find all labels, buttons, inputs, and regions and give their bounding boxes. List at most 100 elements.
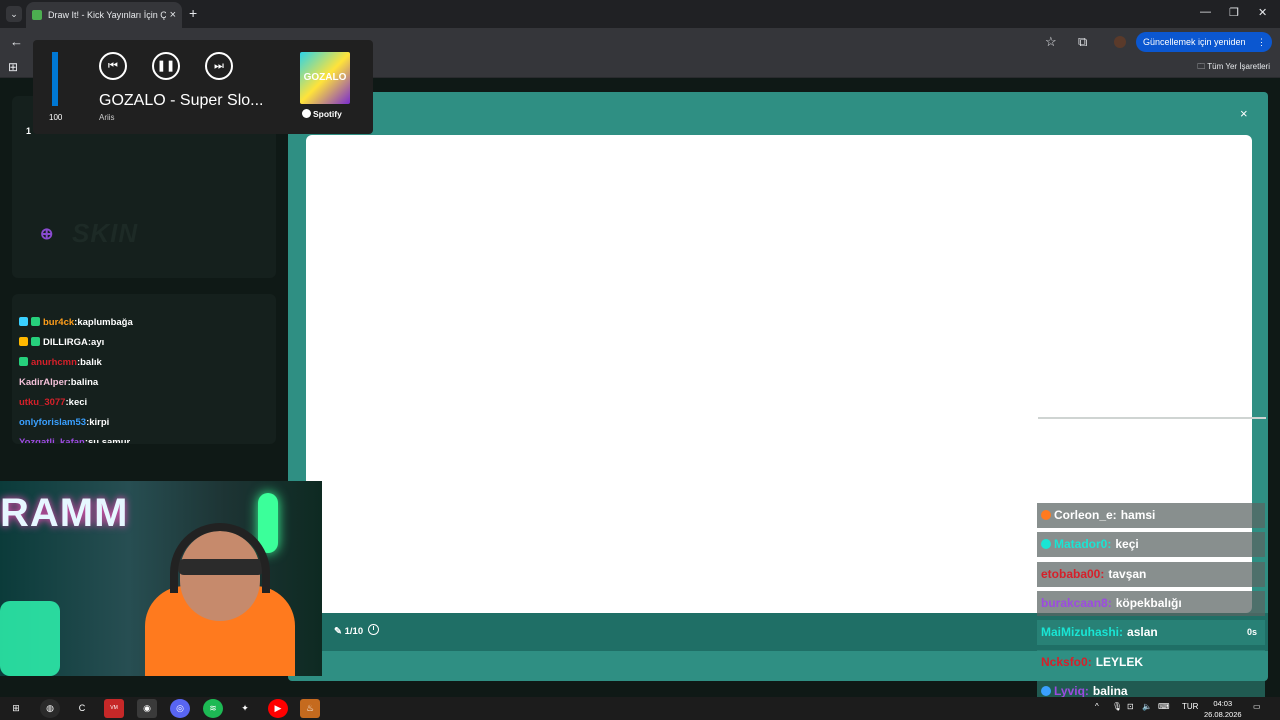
guess-row: anurhcmn:balık [19, 357, 102, 368]
skin-logo: ⊕ SKIN [40, 218, 139, 248]
steam-icon[interactable]: ♨ [300, 699, 320, 718]
user-badge-icon [19, 337, 28, 346]
chat-text: köpekbalığı [1115, 596, 1182, 610]
keyboard-icon[interactable]: ⌨ [1158, 702, 1170, 711]
chat-text: tavşan [1108, 567, 1147, 581]
user-badge-icon [31, 317, 40, 326]
guess-user: anurhcmn [31, 357, 77, 368]
app-icon-1[interactable]: ◍ [40, 699, 60, 718]
chat-user: burakcaan8: [1041, 596, 1112, 610]
guess-user: bur4ck [43, 317, 75, 328]
volume-icon[interactable]: 🔈 [1142, 702, 1152, 711]
new-tab-icon[interactable]: + [189, 5, 197, 21]
all-bookmarks-link[interactable]: 🗀 Tüm Yer İşaretleri [1197, 61, 1270, 75]
tab-strip: ⌄ Draw It! - Kick Yayınları İçin Çizi × … [0, 0, 1280, 28]
extensions-icon[interactable]: ⧉ [1078, 34, 1087, 50]
overlay-timer: 0s [1246, 627, 1257, 637]
discord-icon[interactable]: ◎ [170, 699, 190, 718]
microphone-icon[interactable]: 🎙 [1112, 702, 1122, 711]
webcam-feed: RAMM [0, 481, 322, 676]
webcam-neon-text: RAMM [0, 491, 129, 535]
tab-search-icon[interactable]: ⌄ [6, 6, 22, 22]
chat-badge-icon [1041, 686, 1051, 696]
chat-message: Ncksfo0: LEYLEK [1037, 650, 1265, 675]
user-badge-icon [19, 317, 28, 326]
minimize-icon[interactable]: — [1200, 6, 1211, 18]
album-art: GOZALO [300, 52, 350, 104]
chat-message: burakcaan8: köpekbalığı [1037, 591, 1265, 616]
pause-icon[interactable]: ❚❚ [152, 52, 180, 80]
guess-word: kaplumbağa [77, 317, 133, 328]
chat-message: etobaba00: tavşan [1037, 562, 1265, 587]
language-indicator[interactable]: TUR [1182, 702, 1198, 711]
app-icon-2[interactable]: C [72, 699, 92, 718]
guess-user: onlyforislam53 [19, 417, 87, 428]
previous-track-icon[interactable]: ⏮ [99, 52, 127, 80]
chat-message: MaiMizuhashi: aslan 0s [1037, 620, 1265, 645]
chat-user: Lyviq: [1054, 684, 1089, 697]
logo-mark-icon: ⊕ [40, 226, 55, 243]
guess-word: balina [70, 377, 99, 388]
guess-word: ayı [91, 337, 105, 348]
user-badge-icon [31, 337, 40, 346]
spotify-taskbar-icon[interactable]: ≋ [203, 699, 223, 718]
guess-user: DILLIRGA [43, 337, 88, 348]
chat-divider [1038, 417, 1266, 419]
chat-user: etobaba00: [1041, 567, 1105, 581]
network-icon[interactable]: ⊡ [1127, 702, 1134, 711]
chat-text: LEYLEK [1095, 655, 1144, 669]
all-bookmarks-label: Tüm Yer İşaretleri [1207, 62, 1270, 71]
user-badge-icon [19, 357, 28, 366]
spotify-icon [302, 109, 311, 118]
timer-icon [368, 624, 379, 635]
app-icon-3[interactable]: ✦ [235, 699, 255, 718]
apps-grid-icon[interactable]: ⊞ [8, 60, 18, 74]
song-title: GOZALO - Super Slo... [99, 92, 264, 109]
tray-chevron-icon[interactable]: ^ [1095, 702, 1099, 711]
close-tab-icon[interactable]: × [170, 9, 176, 21]
volume-level [52, 52, 58, 106]
guess-word: keci [68, 397, 88, 408]
chat-text: keçi [1115, 537, 1139, 551]
chat-badge-icon [1041, 510, 1051, 520]
next-track-icon[interactable]: ⏭ [205, 52, 233, 80]
app-icon-voicemeeter[interactable]: VM [104, 699, 124, 718]
guess-row: Yozgatli_kafan:su samur [19, 437, 130, 443]
guess-word: balık [80, 357, 102, 368]
back-icon[interactable]: ← [10, 34, 23, 49]
guess-user: utku_3077 [19, 397, 66, 408]
chat-user: Ncksfo0: [1041, 655, 1092, 669]
notifications-icon[interactable]: ▭ [1253, 702, 1261, 711]
windows-start-icon[interactable]: ⊞ [6, 699, 26, 718]
tab-title: Draw It! - Kick Yayınları İçin Çizi [48, 10, 166, 20]
guess-row: bur4ck:kaplumbağa [19, 317, 133, 328]
more-menu-icon[interactable]: ⋮ [1257, 32, 1266, 52]
guess-row: onlyforislam53:kirpi [19, 417, 110, 428]
chat-user: Matador0: [1054, 537, 1112, 551]
close-window-icon[interactable]: ✕ [1258, 6, 1267, 19]
youtube-icon[interactable]: ▶ [268, 699, 288, 718]
clock[interactable]: 04:03 26.08.2026 [1204, 698, 1242, 720]
artist-name: Ariis [99, 113, 115, 122]
taskbar: ⊞ ◍ C VM ◉ ◎ ≋ ✦ ▶ ♨ ^ 🎙 ⊡ 🔈 ⌨ TUR 04:03… [0, 697, 1280, 720]
volume-value: 100 [49, 113, 63, 122]
restore-icon[interactable]: ❐ [1229, 6, 1239, 19]
chat-message: Lyviq: balina [1037, 679, 1265, 697]
tab-draw-it[interactable]: Draw It! - Kick Yayınları İçin Çizi × [26, 2, 182, 28]
leaderboard-rank: 1 [26, 126, 32, 136]
bookmark-star-icon[interactable]: ☆ [1045, 34, 1057, 50]
guess-row: KadirAlper:balina [19, 377, 99, 388]
profile-avatar[interactable] [1114, 36, 1126, 48]
spotify-label: Spotify [302, 109, 342, 119]
close-icon[interactable]: × [1240, 106, 1248, 121]
chat-user: Corleon_e: [1054, 508, 1117, 522]
chat-text: balina [1092, 684, 1128, 697]
round-counter: ✎ 1/10 [334, 626, 364, 637]
guess-word: su samur [88, 437, 131, 443]
chat-text: aslan [1127, 625, 1158, 639]
favicon-icon [32, 10, 42, 20]
chrome-icon[interactable]: ◉ [137, 699, 157, 718]
update-restart-button[interactable]: Güncellemek için yeniden başlat ⋮ [1136, 32, 1272, 67]
chat-message: Matador0: keçi [1037, 532, 1265, 557]
chat-user: MaiMizuhashi: [1041, 625, 1124, 639]
